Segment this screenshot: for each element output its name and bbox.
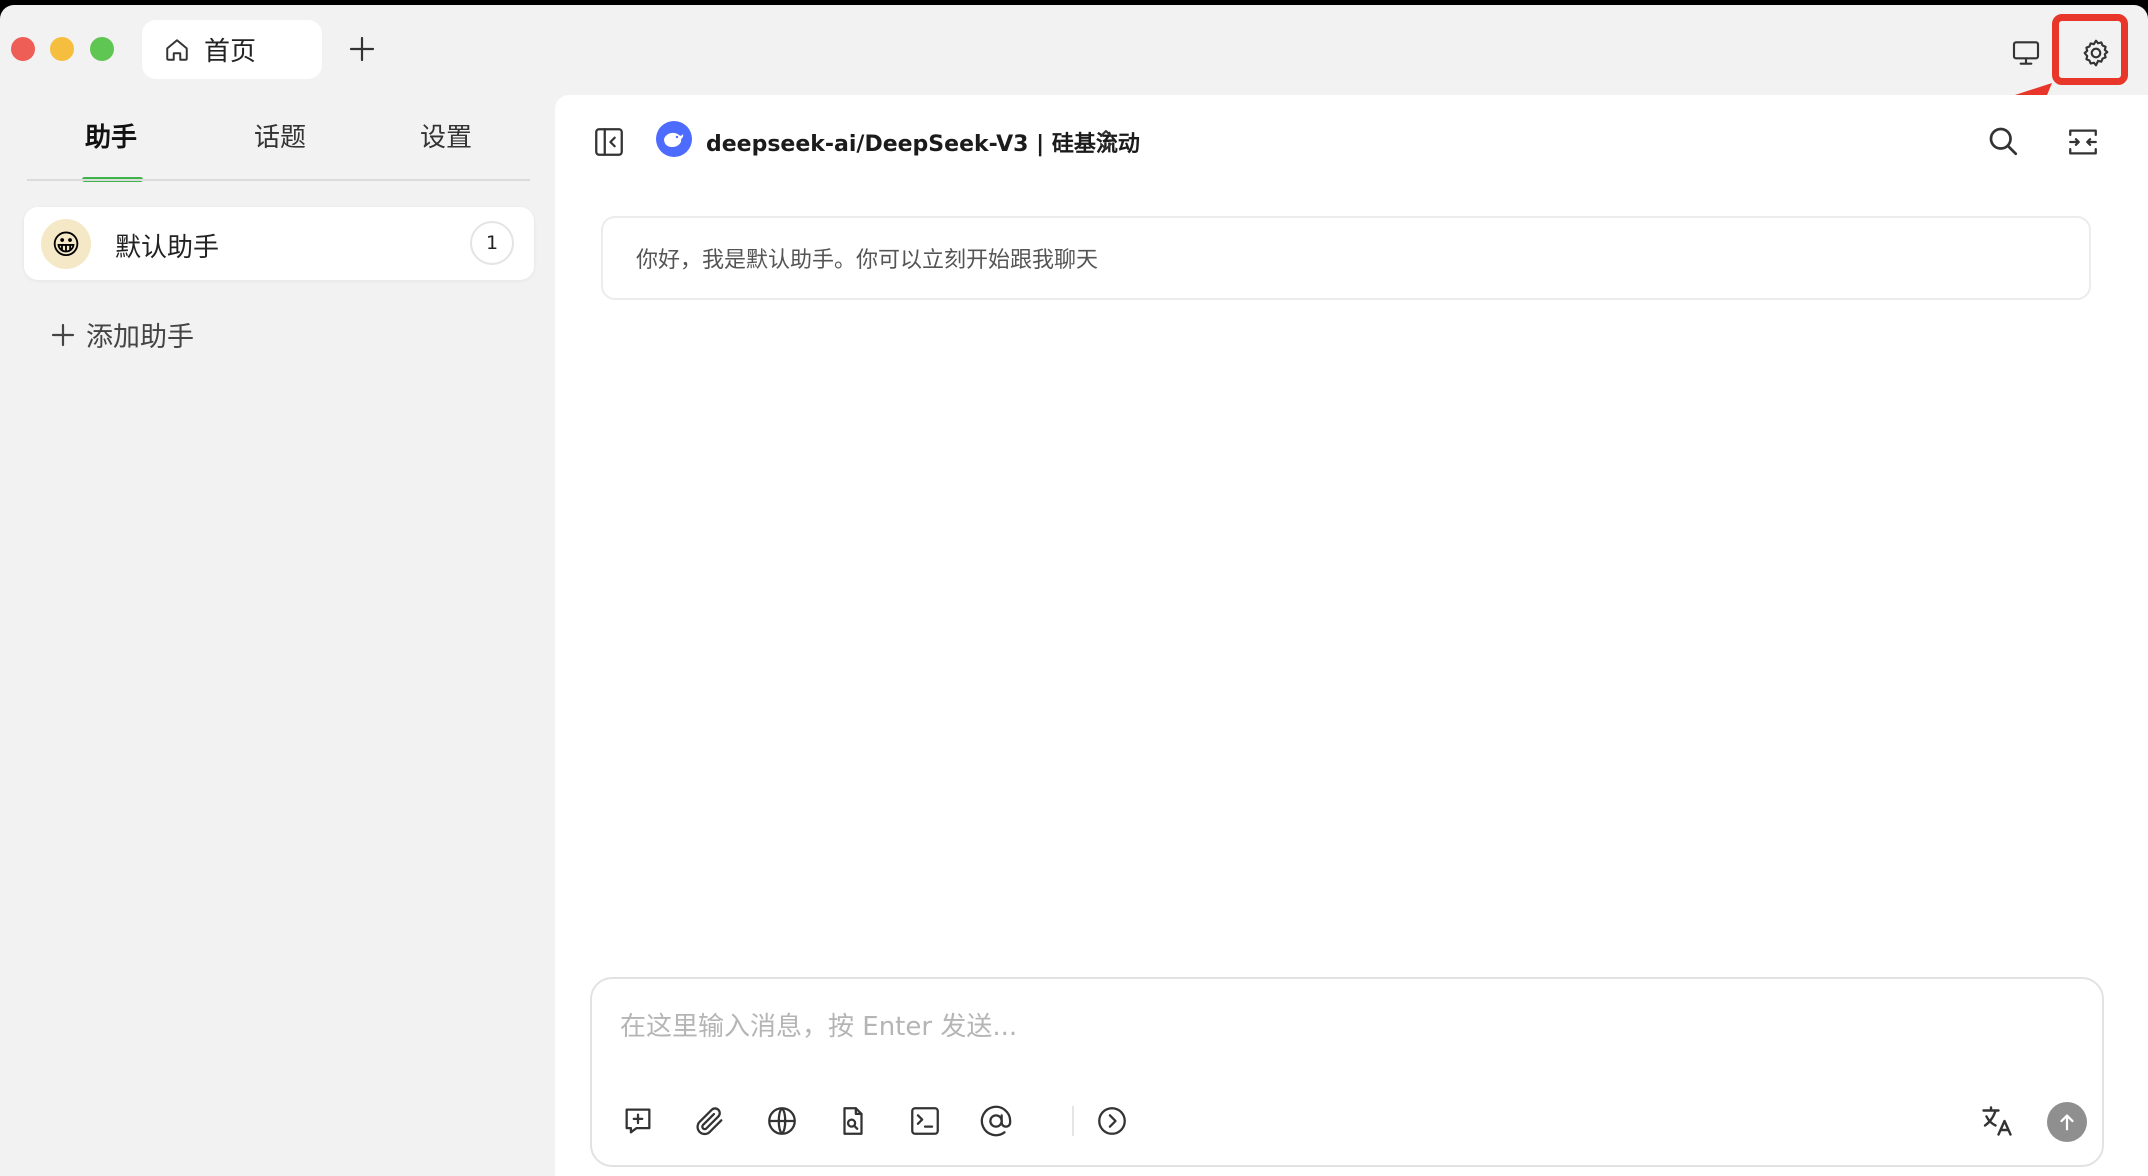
- chevron-up-down-icon[interactable]: [1095, 126, 1117, 154]
- tab-settings[interactable]: 设置: [420, 117, 472, 154]
- globe-icon: [765, 1104, 799, 1138]
- window-minimize-button[interactable]: [50, 37, 74, 61]
- new-tab-button[interactable]: [346, 33, 378, 65]
- title-bar: 首页: [0, 5, 2148, 93]
- web-search-button[interactable]: [762, 1101, 802, 1141]
- at-sign-icon: [979, 1104, 1013, 1138]
- mini-window-button[interactable]: [2006, 33, 2046, 73]
- chevron-right-circle-icon: [1095, 1104, 1129, 1138]
- sidebar-collapse-icon: [592, 125, 626, 159]
- new-topic-button[interactable]: [618, 1101, 658, 1141]
- attachment-icon: [693, 1104, 727, 1138]
- attachment-button[interactable]: [690, 1101, 730, 1141]
- quick-phrase-button[interactable]: [905, 1101, 945, 1141]
- add-assistant-button[interactable]: 添加助手: [50, 315, 194, 354]
- layout-toggle-button[interactable]: [2066, 125, 2100, 159]
- assistant-sidebar: 助手 话题 设置 😀 默认助手 1 添加助手: [0, 93, 555, 1176]
- message-composer: [590, 977, 2104, 1167]
- tab-topics[interactable]: 话题: [254, 117, 306, 154]
- file-search-icon: [836, 1104, 870, 1138]
- app-window: 首页 助手 话题 设置 😀 默认助手 1 添加助手 deepseek-ai/De…: [0, 5, 2148, 1176]
- deepseek-logo-icon: [656, 121, 692, 157]
- translate-icon: [1979, 1103, 2015, 1139]
- window-maximize-button[interactable]: [90, 37, 114, 61]
- send-button[interactable]: [2047, 1102, 2087, 1142]
- arrow-up-icon: [2056, 1111, 2078, 1133]
- avatar: 😀: [41, 219, 91, 269]
- chat-panel: deepseek-ai/DeepSeek-V3 | 硅基流动 你好，我是默认助手…: [555, 95, 2148, 1176]
- topic-count-badge: 1: [470, 221, 514, 265]
- sidebar-tabs: 助手 话题 设置: [27, 93, 530, 183]
- home-icon: [164, 37, 190, 63]
- knowledge-base-button[interactable]: [833, 1101, 873, 1141]
- tab-home[interactable]: 首页: [142, 20, 322, 79]
- assistant-name: 默认助手: [115, 233, 220, 263]
- greeting-message: 你好，我是默认助手。你可以立刻开始跟我聊天: [601, 216, 2091, 300]
- translate-button[interactable]: [1977, 1101, 2017, 1141]
- terminal-icon: [908, 1104, 942, 1138]
- tab-assistants[interactable]: 助手: [85, 117, 137, 154]
- expand-horizontal-icon: [2066, 125, 2100, 159]
- search-button[interactable]: [1985, 123, 2021, 159]
- tab-home-label: 首页: [204, 37, 257, 67]
- search-icon: [1985, 123, 2021, 159]
- add-assistant-label: 添加助手: [86, 322, 194, 353]
- monitor-icon: [2010, 37, 2042, 69]
- model-selector[interactable]: deepseek-ai/DeepSeek-V3 | 硅基流动: [706, 126, 1140, 158]
- message-input[interactable]: [620, 1007, 2070, 1047]
- new-topic-icon: [621, 1104, 655, 1138]
- plus-icon: [50, 322, 76, 348]
- assistant-item-default[interactable]: 😀 默认助手 1: [24, 207, 534, 280]
- tabs-divider: [27, 179, 530, 181]
- toolbar-divider: [1072, 1106, 1074, 1136]
- mention-model-button[interactable]: [976, 1101, 1016, 1141]
- toggle-sidebar-button[interactable]: [592, 125, 626, 159]
- more-tools-button[interactable]: [1092, 1101, 1132, 1141]
- plus-icon: [346, 33, 378, 65]
- window-close-button[interactable]: [11, 37, 35, 61]
